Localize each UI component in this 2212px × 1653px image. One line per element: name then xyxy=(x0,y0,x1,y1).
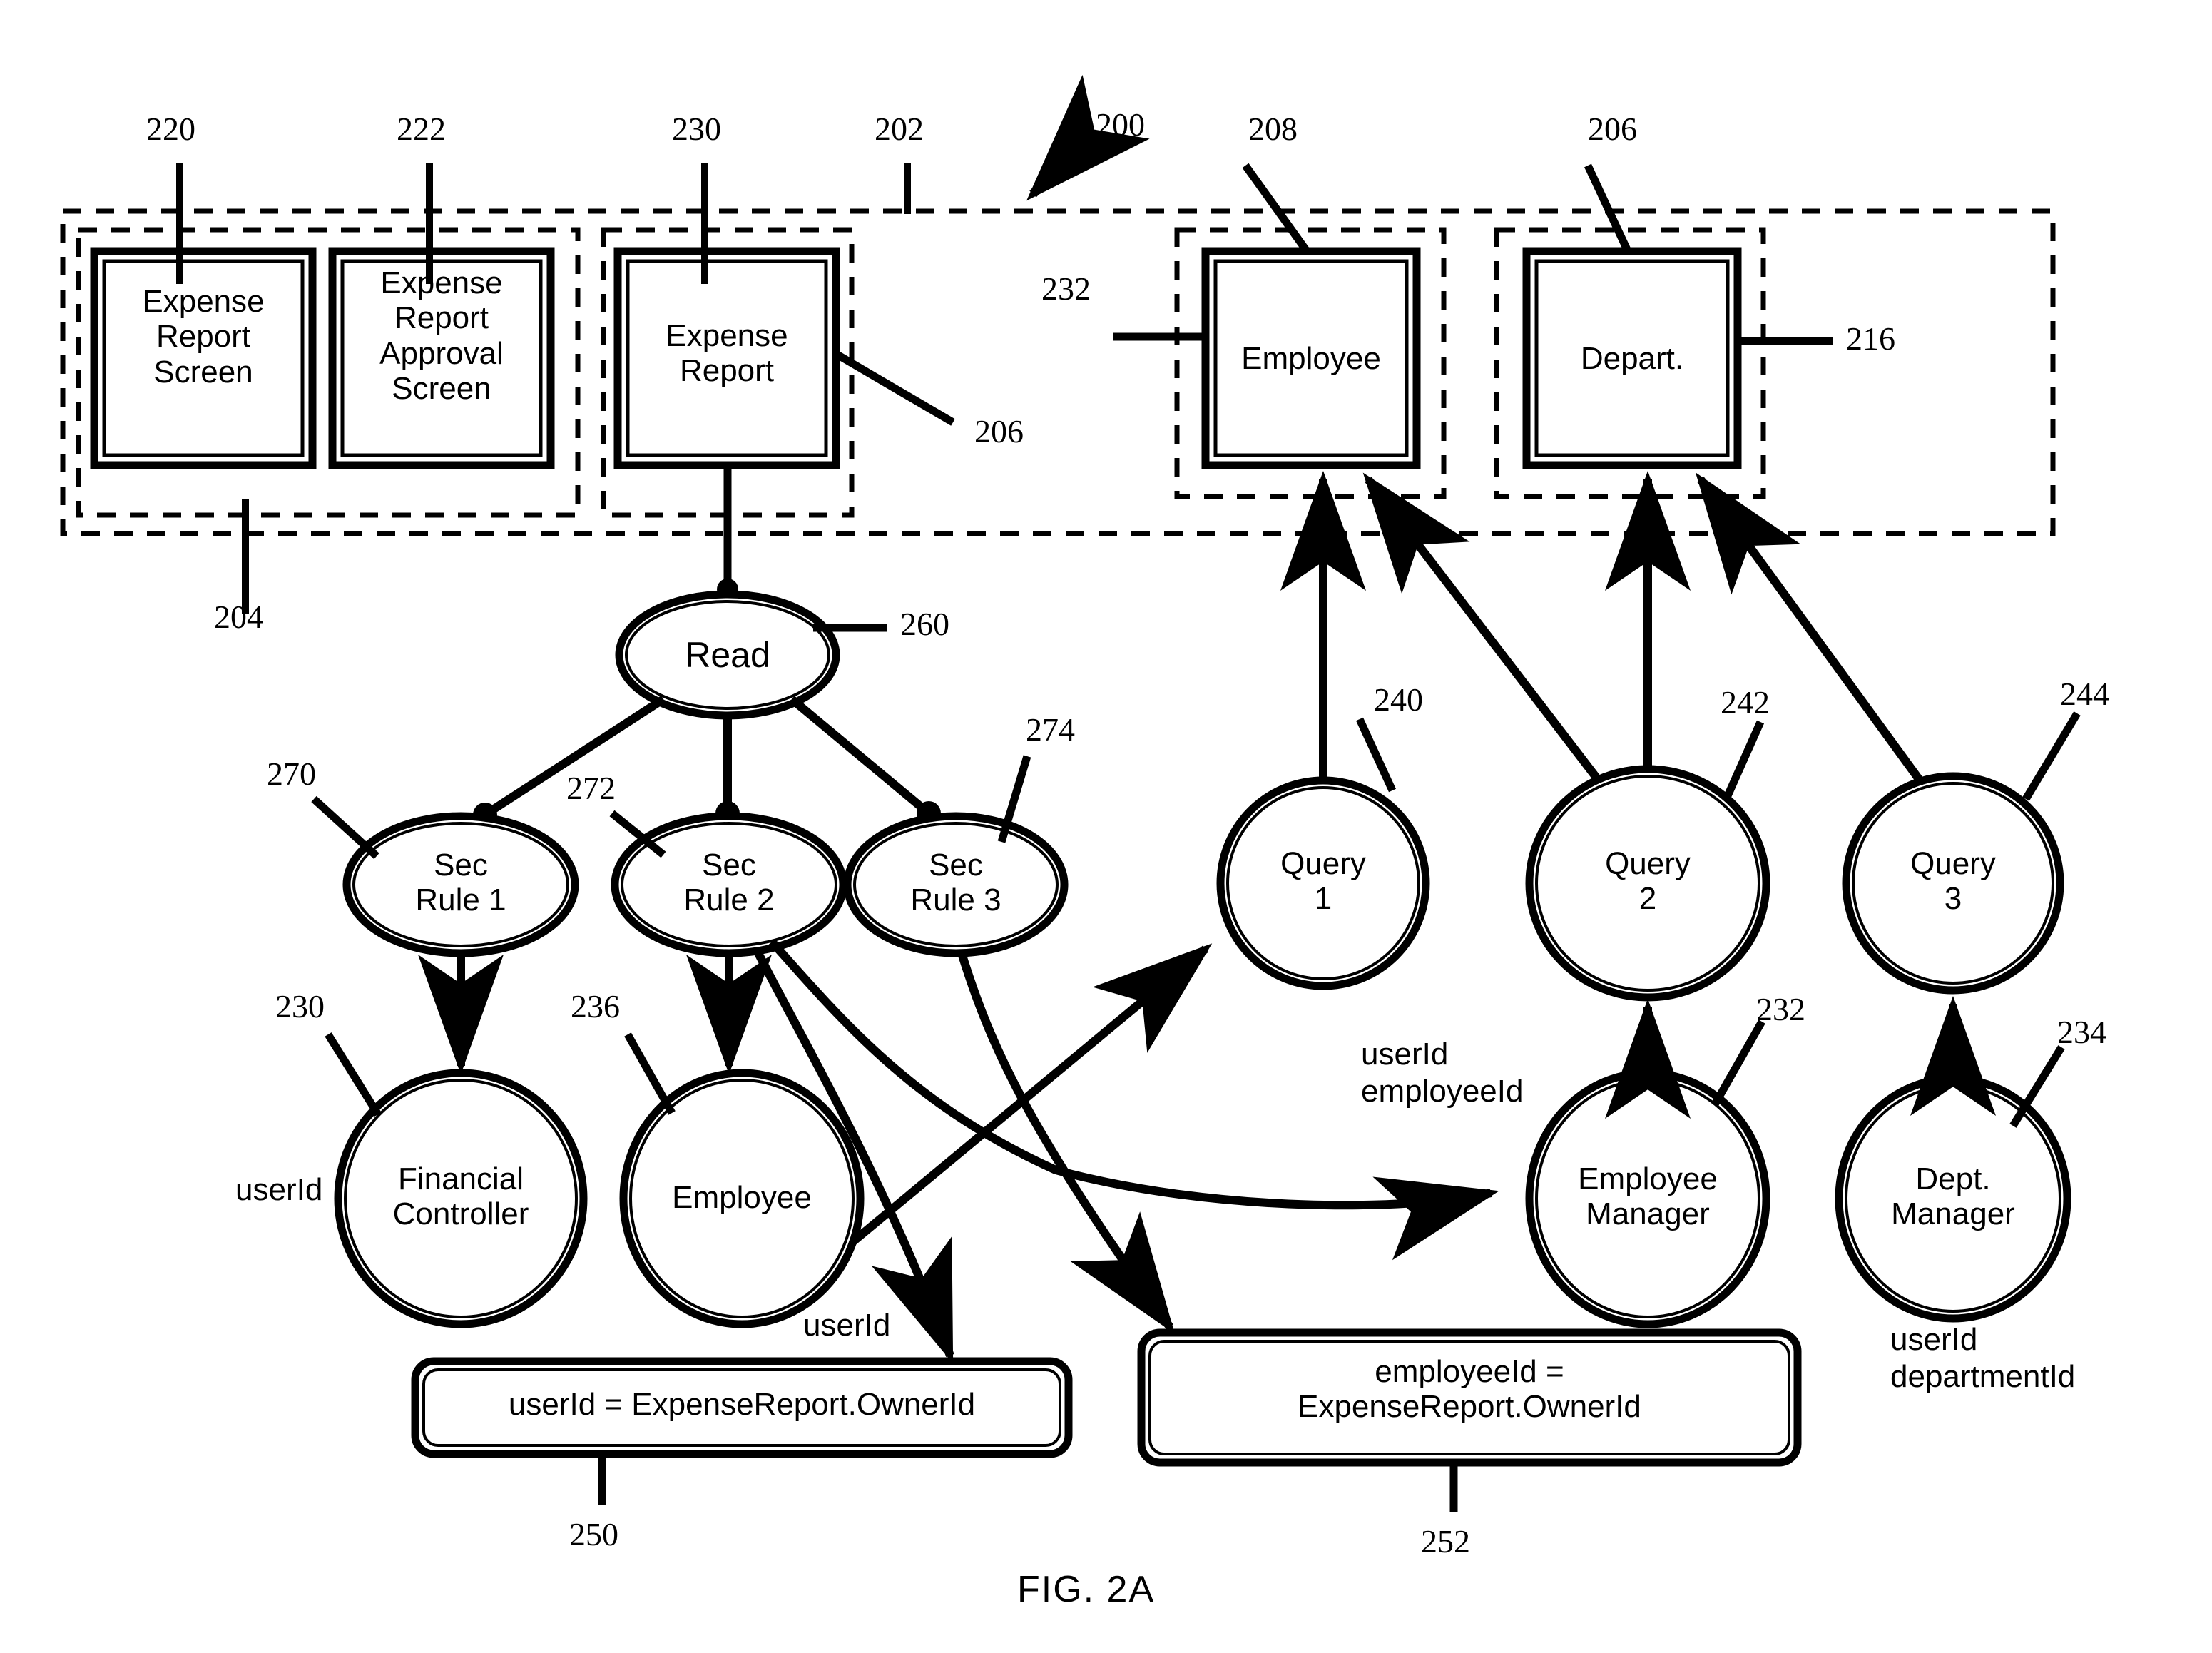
ref-num-216: 230 xyxy=(672,111,721,147)
callout-arrow-200 xyxy=(1026,74,1150,201)
param-employee-manager-label: userId employeeId xyxy=(1361,1037,1524,1109)
param-financial-controller-label: userId xyxy=(235,1172,323,1207)
sec-rule-1-shape[interactable] xyxy=(342,812,579,957)
employee-entity-shape[interactable] xyxy=(1201,247,1421,469)
link-query-3-to-department-entity xyxy=(1695,472,1922,782)
ref-num-212: 220 xyxy=(146,111,195,147)
param-employee-role-label: userId xyxy=(803,1308,891,1343)
leader-242 xyxy=(1722,720,1765,801)
ref-num-204: 204 xyxy=(214,599,263,635)
expense-report-shape[interactable] xyxy=(613,247,840,469)
param-dept-manager-label: userId departmentId xyxy=(1890,1322,2076,1394)
leader-244 xyxy=(2022,711,2081,801)
ref-num-274: 274 xyxy=(1026,711,1075,748)
ref-num-232: 232 xyxy=(1756,991,1805,1027)
leader-208 xyxy=(1242,163,1310,254)
condition-250-shape[interactable] xyxy=(411,1357,1073,1458)
expense-report-approval-screen-shape[interactable] xyxy=(328,247,555,469)
leader-232 xyxy=(1711,1019,1765,1107)
link-query-2-to-employee-entity xyxy=(1362,472,1600,780)
leader-230 xyxy=(325,1032,382,1117)
ref-num-272: 272 xyxy=(566,770,616,806)
patent-figure-2a: 220 222 230 202 200 208 206 232 216 206 … xyxy=(0,0,2212,1653)
diagram-vector-layer xyxy=(60,74,2081,1512)
employee-role-shape[interactable] xyxy=(619,1069,865,1328)
read-node-shape[interactable] xyxy=(615,590,840,720)
ref-num-222: 232 xyxy=(1041,270,1091,307)
leader-236 xyxy=(624,1032,676,1115)
ref-num-202: 202 xyxy=(875,111,924,147)
ref-num-260: 260 xyxy=(900,606,949,642)
ref-num-206-top: 206 xyxy=(1588,111,1637,147)
ref-num-234: 234 xyxy=(2057,1014,2106,1050)
ref-num-240: 240 xyxy=(1374,681,1423,718)
ref-num-252: 252 xyxy=(1421,1523,1470,1560)
sec-rule-3-shape[interactable] xyxy=(843,812,1069,957)
query-2-shape[interactable] xyxy=(1525,765,1770,1002)
ref-num-200: 200 xyxy=(1096,106,1145,143)
ref-num-206-mid: 206 xyxy=(974,413,1024,449)
query-3-shape[interactable] xyxy=(1842,772,2064,995)
ref-num-220: 216 xyxy=(1846,320,1895,357)
ref-num-208: 208 xyxy=(1248,111,1298,147)
link-read-to-sec-rule-3 xyxy=(789,696,932,817)
ref-num-270: 270 xyxy=(267,756,316,792)
link-sec-rule-3-to-query-1 xyxy=(816,943,1213,1273)
department-entity-shape[interactable] xyxy=(1522,247,1742,469)
ref-num-242: 242 xyxy=(1721,684,1770,721)
leader-240 xyxy=(1356,717,1396,793)
condition-252-shape[interactable] xyxy=(1137,1328,1802,1467)
leader-270 xyxy=(311,795,379,860)
leader-206-top xyxy=(1584,163,1631,253)
ref-num-214: 222 xyxy=(397,111,446,147)
expense-report-screen-shape[interactable] xyxy=(90,247,317,469)
sec-rule-2-shape[interactable] xyxy=(611,812,847,957)
ref-num-236: 236 xyxy=(571,988,620,1024)
ref-num-230: 230 xyxy=(275,988,325,1024)
employee-manager-shape[interactable] xyxy=(1525,1069,1770,1328)
ref-num-250: 250 xyxy=(569,1516,618,1552)
ref-num-244: 244 xyxy=(2060,676,2109,712)
query-1-shape[interactable] xyxy=(1216,776,1430,990)
figure-caption: FIG. 2A xyxy=(1017,1569,1156,1610)
dept-manager-shape[interactable] xyxy=(1835,1074,2071,1323)
